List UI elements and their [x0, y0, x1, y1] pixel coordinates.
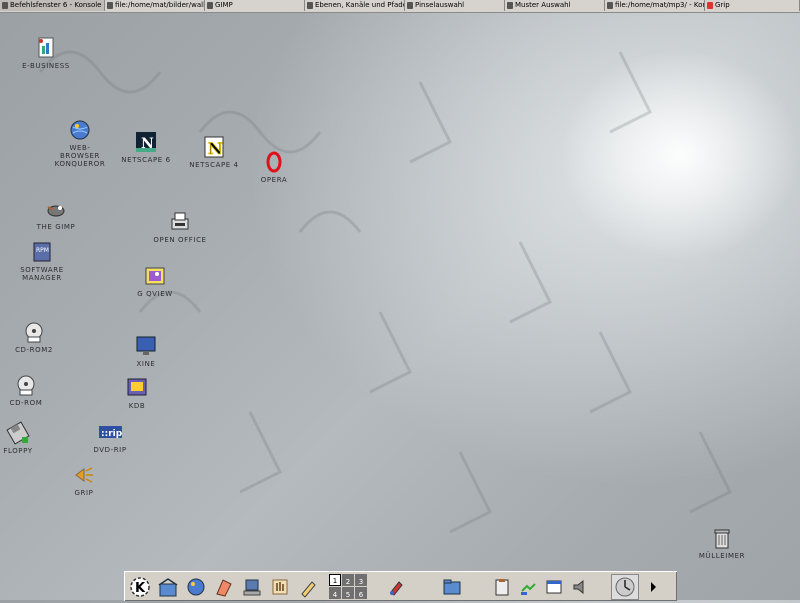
- task-button-konsole[interactable]: Befehlsfenster 6 - Konsole: [0, 0, 105, 11]
- task-button-patterns[interactable]: Muster Auswahl: [505, 0, 605, 11]
- document-chart-icon: [34, 36, 58, 60]
- home-icon: [158, 577, 178, 596]
- task-button-gimp[interactable]: GIMP: [205, 0, 305, 11]
- network-icon: [521, 582, 536, 595]
- paint-launcher[interactable]: [383, 575, 409, 599]
- desktop-icon-xine[interactable]: Xine: [106, 334, 186, 368]
- grip-icon: [72, 463, 96, 487]
- image-viewer-icon: [143, 264, 167, 288]
- desktop-icon-gimp[interactable]: The GIMP: [16, 197, 96, 231]
- cdrom-icon: [14, 373, 38, 397]
- desktop-icon-grip[interactable]: Grip: [44, 463, 124, 497]
- dvdrip-icon: ::rip: [98, 420, 123, 444]
- desktop-icon-gqview[interactable]: G Qview: [115, 264, 195, 298]
- clipboard-applet[interactable]: [489, 575, 515, 599]
- printer-icon: [168, 210, 192, 234]
- task-button-konqueror-mp3[interactable]: file:/home/mat/mp3/ - Konqu: [605, 0, 705, 11]
- desktop-pager: 1 2 3 4 5 6: [329, 574, 367, 599]
- trash-icon: [710, 526, 734, 550]
- hand-icon: [272, 579, 288, 594]
- folder-icon: [107, 2, 113, 9]
- opera-icon: [262, 150, 286, 174]
- svg-text:N: N: [208, 139, 223, 158]
- folder-icon: [607, 2, 613, 9]
- grip-icon: [707, 2, 713, 9]
- gimp-icon: [44, 197, 68, 221]
- konqueror-launcher[interactable]: [183, 575, 209, 599]
- kde-panel: K 1 2 3 4 5 6: [124, 571, 677, 601]
- clipboard-icon: [495, 578, 509, 595]
- task-button-brushes[interactable]: Pinselauswahl: [405, 0, 505, 11]
- netscape-icon: N: [202, 135, 226, 159]
- speaker-icon: [573, 579, 584, 594]
- desktop-icon-openoffice[interactable]: Open Office: [140, 210, 220, 244]
- desktop-icon-trash[interactable]: Mülleimer: [682, 526, 762, 560]
- pager-desktop-3[interactable]: 3: [355, 574, 367, 586]
- globe-icon: [187, 578, 205, 595]
- desktop-icon-opera[interactable]: Opera: [234, 150, 314, 184]
- help-launcher[interactable]: [267, 575, 293, 599]
- home-folder-button[interactable]: [155, 575, 181, 599]
- tray-app-2[interactable]: [541, 575, 567, 599]
- svg-text:RPM: RPM: [36, 247, 49, 254]
- pager-desktop-1[interactable]: 1: [329, 574, 341, 586]
- desktop-icon-cdrom2[interactable]: CD-ROM2: [0, 320, 74, 354]
- kde-gear-icon: K: [130, 576, 150, 597]
- cdrom-icon: [22, 320, 46, 344]
- desktop-icon-cdrom[interactable]: CD-ROM: [0, 373, 66, 407]
- pager-desktop-4[interactable]: 4: [329, 587, 341, 599]
- gimp-icon: [507, 2, 513, 9]
- paint-tube-icon: [390, 580, 403, 596]
- kontrol-center-launcher[interactable]: [239, 575, 265, 599]
- k-menu-button[interactable]: K: [127, 575, 153, 599]
- desktop-icon-kdb[interactable]: KDB: [97, 376, 177, 410]
- task-button-layers[interactable]: Ebenen, Kanäle und Pfade: [305, 0, 405, 11]
- debugger-icon: [125, 376, 149, 400]
- task-button-grip[interactable]: Grip: [705, 0, 800, 11]
- control-center-icon: [243, 579, 261, 595]
- netscape-icon: N: [134, 130, 158, 154]
- kmail-launcher[interactable]: [211, 575, 237, 599]
- gimp-icon: [407, 2, 413, 9]
- pen-icon: [301, 580, 316, 598]
- terminal-icon: [2, 2, 8, 9]
- svg-text:::rip: ::rip: [101, 429, 122, 439]
- task-button-konqueror-wallpaper[interactable]: file:/home/mat/bilder/wallpa: [105, 0, 205, 11]
- svg-text:K: K: [135, 581, 146, 596]
- pager-desktop-2[interactable]: 2: [342, 574, 354, 586]
- editor-launcher[interactable]: [295, 575, 321, 599]
- gimp-icon: [307, 2, 313, 9]
- top-taskbar: Befehlsfenster 6 - Konsole file:/home/ma…: [0, 0, 800, 13]
- tray-app-1[interactable]: [515, 575, 541, 599]
- analog-clock-icon: [615, 577, 635, 596]
- desktop-icon-software-manager[interactable]: RPM Software Manager: [2, 240, 82, 282]
- desktop-icon-floppy[interactable]: Floppy: [0, 421, 58, 455]
- file-manager-launcher[interactable]: [439, 575, 465, 599]
- window-icon: [546, 580, 562, 593]
- pager-desktop-5[interactable]: 5: [342, 587, 354, 599]
- volume-applet[interactable]: [567, 575, 593, 599]
- mail-icon: [216, 578, 232, 597]
- gimp-icon: [207, 2, 213, 9]
- pager-desktop-6[interactable]: 6: [355, 587, 367, 599]
- clock-applet[interactable]: [611, 573, 639, 600]
- floppy-icon: [6, 421, 30, 445]
- desktop-icon-ebusiness[interactable]: E-Business: [6, 36, 86, 70]
- rpm-package-icon: RPM: [30, 240, 54, 264]
- panel-arrow-right-icon[interactable]: [651, 581, 656, 592]
- desktop-icon-dvdrip[interactable]: ::rip DVD-RIP: [70, 420, 150, 454]
- globe-icon: [68, 118, 92, 142]
- monitor-icon: [134, 334, 158, 358]
- folder-icon: [443, 579, 461, 594]
